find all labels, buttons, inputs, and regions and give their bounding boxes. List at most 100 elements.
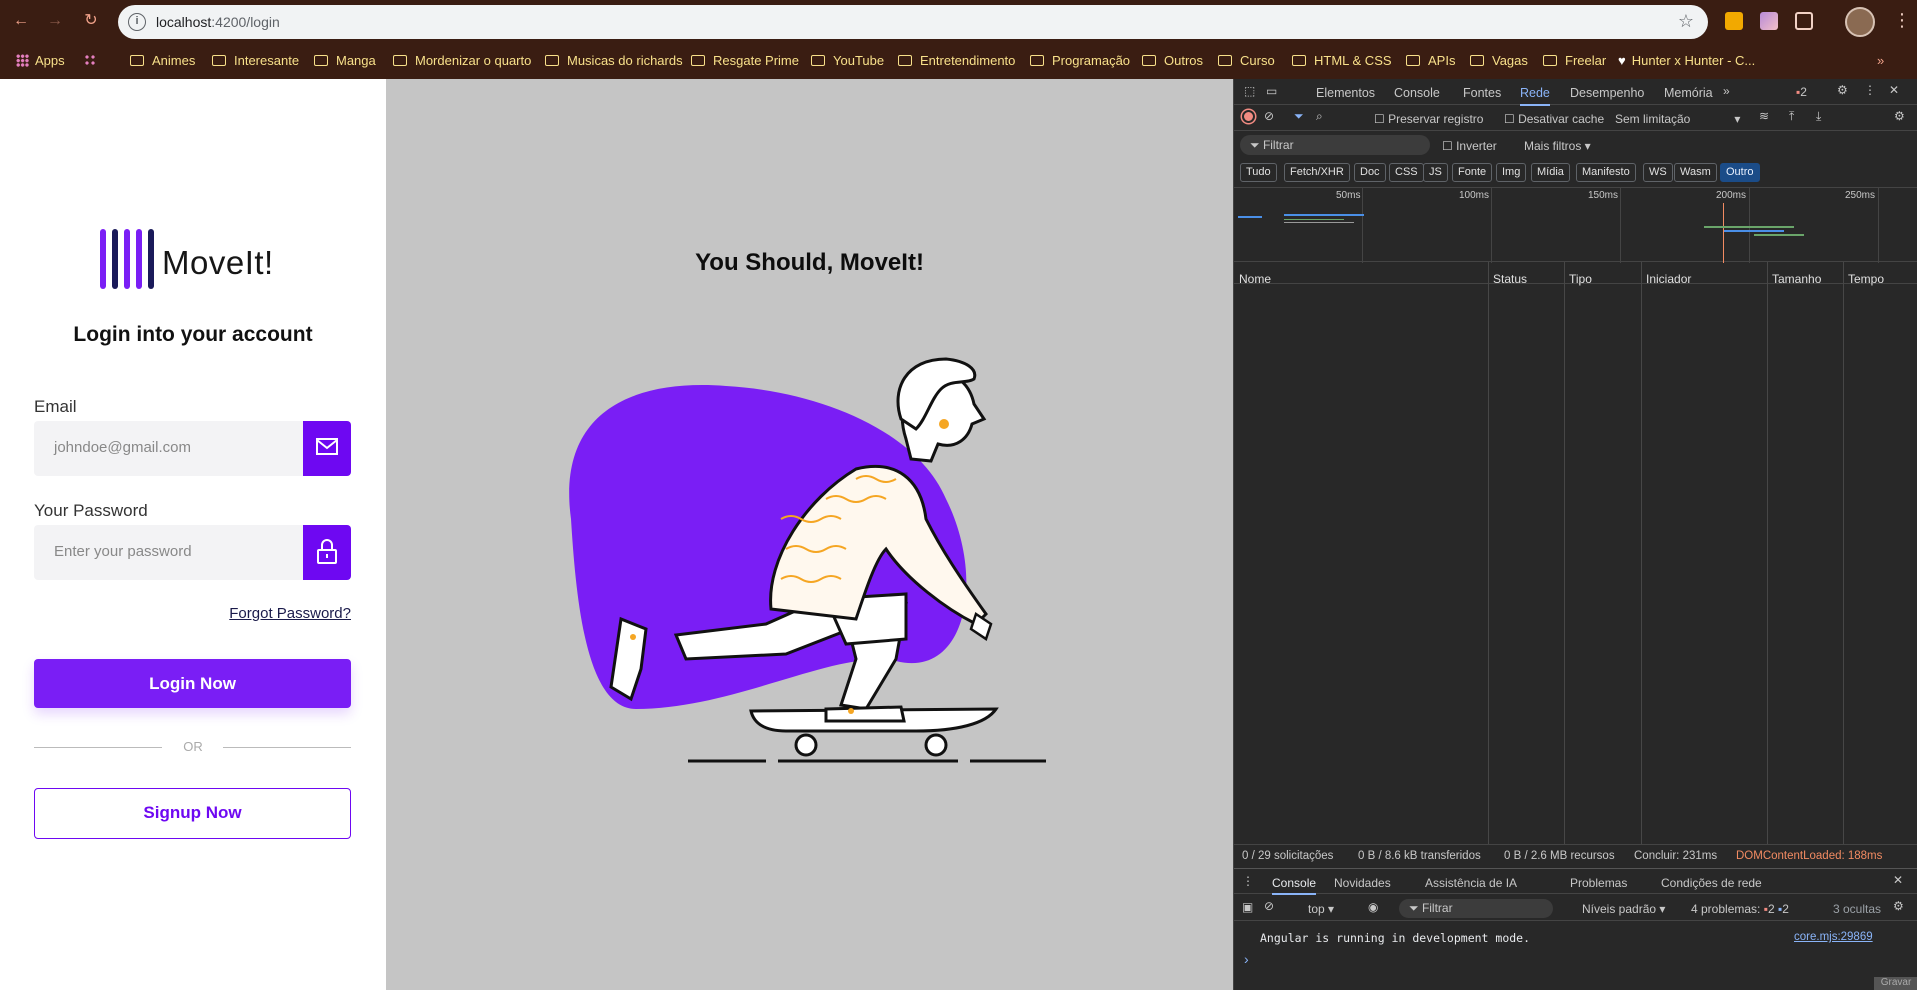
- search-icon[interactable]: ⌕: [1316, 109, 1323, 124]
- device-toolbar-icon[interactable]: ▭: [1266, 84, 1277, 98]
- tab-rede[interactable]: Rede: [1520, 86, 1550, 106]
- drawer-menu-icon[interactable]: ⋮: [1242, 874, 1254, 888]
- bookmark-folder[interactable]: Mordenizar o quarto: [393, 53, 531, 68]
- devtools-menu-icon[interactable]: ⋮: [1864, 83, 1876, 97]
- context-select[interactable]: top ▾: [1308, 902, 1334, 916]
- tab-groups-icon[interactable]: [84, 53, 103, 68]
- chip-js[interactable]: JS: [1423, 163, 1448, 182]
- console-source-link[interactable]: core.mjs:29869: [1794, 931, 1873, 943]
- bookmark-folder[interactable]: Manga: [314, 53, 376, 68]
- invert-checkbox[interactable]: ☐ Inverter: [1442, 139, 1497, 153]
- extensions-puzzle-icon[interactable]: [1795, 12, 1813, 30]
- folder-icon: [1470, 55, 1484, 66]
- col-tempo[interactable]: Tempo: [1848, 272, 1884, 286]
- bookmark-folder[interactable]: Resgate Prime: [691, 53, 799, 68]
- network-settings-icon[interactable]: ⚙: [1894, 109, 1905, 123]
- bookmark-folder[interactable]: HTML & CSS: [1292, 53, 1392, 68]
- chip-ws[interactable]: WS: [1643, 163, 1673, 182]
- tab-fontes[interactable]: Fontes: [1463, 86, 1501, 100]
- address-bar[interactable]: i localhost:4200/login ☆: [118, 5, 1708, 39]
- bookmark-folder[interactable]: Freelar: [1543, 53, 1606, 68]
- login-button[interactable]: Login Now: [34, 659, 351, 708]
- back-icon[interactable]: ←: [10, 10, 32, 32]
- chip-img[interactable]: Img: [1496, 163, 1527, 182]
- issues-icon[interactable]: ▪2: [1796, 85, 1807, 99]
- folder-icon: [130, 55, 144, 66]
- bookmark-folder[interactable]: Animes: [130, 53, 195, 68]
- tab-elementos[interactable]: Elementos: [1316, 86, 1375, 100]
- bookmark-folder[interactable]: Interesante: [212, 53, 299, 68]
- drawer-tab-problemas[interactable]: Problemas: [1570, 876, 1627, 890]
- import-icon[interactable]: ⤒: [1789, 109, 1794, 124]
- log-levels-select[interactable]: Níveis padrão ▾: [1582, 902, 1665, 916]
- live-expression-eye-icon[interactable]: ◉: [1368, 900, 1378, 914]
- sidebar-toggle-icon[interactable]: ▣: [1242, 900, 1253, 914]
- problems-count[interactable]: 4 problemas: ▪2 ▪2: [1691, 902, 1789, 916]
- settings-gear-icon[interactable]: ⚙: [1837, 83, 1848, 97]
- bookmark-apps[interactable]: Apps: [16, 53, 65, 68]
- record-icon[interactable]: [1242, 110, 1255, 123]
- bookmark-star-icon[interactable]: ☆: [1678, 11, 1694, 32]
- tab-console[interactable]: Console: [1394, 86, 1440, 100]
- more-tabs-icon[interactable]: »: [1723, 84, 1730, 98]
- chip-fetch[interactable]: Fetch/XHR: [1284, 163, 1350, 182]
- col-iniciador[interactable]: Iniciador: [1646, 272, 1691, 286]
- bookmark-folder[interactable]: Entretendimento: [898, 53, 1015, 68]
- bookmark-hunter[interactable]: ♥ Hunter x Hunter - C...: [1618, 53, 1755, 68]
- forward-icon[interactable]: →: [44, 10, 66, 32]
- chip-fonte[interactable]: Fonte: [1452, 163, 1493, 182]
- col-status[interactable]: Status: [1493, 272, 1527, 286]
- forgot-password-link[interactable]: Forgot Password?: [229, 605, 351, 622]
- close-devtools-icon[interactable]: ✕: [1889, 83, 1899, 97]
- inspect-element-icon[interactable]: ⬚: [1244, 84, 1255, 98]
- clear-icon[interactable]: ⊘: [1264, 109, 1274, 123]
- disable-cache-checkbox[interactable]: ☐ Desativar cache: [1504, 112, 1604, 126]
- col-nome[interactable]: Nome: [1239, 272, 1271, 286]
- record-button[interactable]: Gravar: [1874, 977, 1917, 990]
- chip-outro[interactable]: Outro: [1720, 163, 1760, 182]
- bookmark-folder[interactable]: Programação: [1030, 53, 1130, 68]
- chip-manifesto[interactable]: Manifesto: [1576, 163, 1636, 182]
- site-info-icon[interactable]: i: [128, 13, 146, 31]
- drawer-tab-ia[interactable]: Assistência de IA: [1425, 876, 1517, 890]
- export-icon[interactable]: ⤓: [1816, 109, 1821, 124]
- bookmark-folder[interactable]: YouTube: [811, 53, 884, 68]
- close-drawer-icon[interactable]: ✕: [1893, 873, 1903, 887]
- tab-desempenho[interactable]: Desempenho: [1570, 86, 1644, 100]
- bookmark-folder[interactable]: Outros: [1142, 53, 1203, 68]
- console-prompt[interactable]: ›: [1244, 951, 1249, 967]
- profile-avatar[interactable]: [1845, 7, 1875, 37]
- email-field[interactable]: johndoe@gmail.com: [34, 421, 351, 476]
- drawer-tab-novidades[interactable]: Novidades: [1334, 876, 1391, 890]
- chip-tudo[interactable]: Tudo: [1240, 163, 1277, 182]
- bookmark-folder[interactable]: Curso: [1218, 53, 1275, 68]
- extension-icon[interactable]: [1725, 12, 1743, 30]
- chip-css[interactable]: CSS: [1389, 163, 1424, 182]
- signup-button[interactable]: Signup Now: [34, 788, 351, 839]
- filter-icon[interactable]: ⏷: [1294, 109, 1304, 124]
- more-bookmarks-icon[interactable]: »: [1877, 53, 1884, 68]
- preserve-log-checkbox[interactable]: ☐ Preservar registro: [1374, 112, 1483, 126]
- filter-input[interactable]: ⏷ Filtrar: [1240, 135, 1430, 155]
- browser-menu-icon[interactable]: ⋮: [1893, 10, 1911, 31]
- console-filter-input[interactable]: ⏷ Filtrar: [1399, 899, 1553, 918]
- throttle-select[interactable]: Sem limitação ▾: [1615, 112, 1740, 126]
- bookmark-folder[interactable]: Vagas: [1470, 53, 1528, 68]
- chip-midia[interactable]: Mídia: [1531, 163, 1570, 182]
- tab-memoria[interactable]: Memória: [1664, 86, 1713, 100]
- clear-console-icon[interactable]: ⊘: [1264, 899, 1274, 913]
- bookmark-folder[interactable]: Musicas do richards: [545, 53, 683, 68]
- reload-icon[interactable]: ↻: [80, 10, 102, 32]
- chip-doc[interactable]: Doc: [1354, 163, 1386, 182]
- network-conditions-icon[interactable]: ≋: [1759, 109, 1769, 123]
- chip-wasm[interactable]: Wasm: [1674, 163, 1717, 182]
- drawer-tab-condicoes[interactable]: Condições de rede: [1661, 876, 1762, 890]
- password-field[interactable]: Enter your password: [34, 525, 351, 580]
- bookmark-folder[interactable]: APIs: [1406, 53, 1455, 68]
- extension-icon[interactable]: [1760, 12, 1778, 30]
- more-filters-dropdown[interactable]: Mais filtros ▾: [1524, 139, 1591, 153]
- drawer-tab-console[interactable]: Console: [1272, 876, 1317, 895]
- col-tipo[interactable]: Tipo: [1569, 272, 1592, 286]
- col-tamanho[interactable]: Tamanho: [1772, 272, 1821, 286]
- console-settings-icon[interactable]: ⚙: [1893, 899, 1904, 913]
